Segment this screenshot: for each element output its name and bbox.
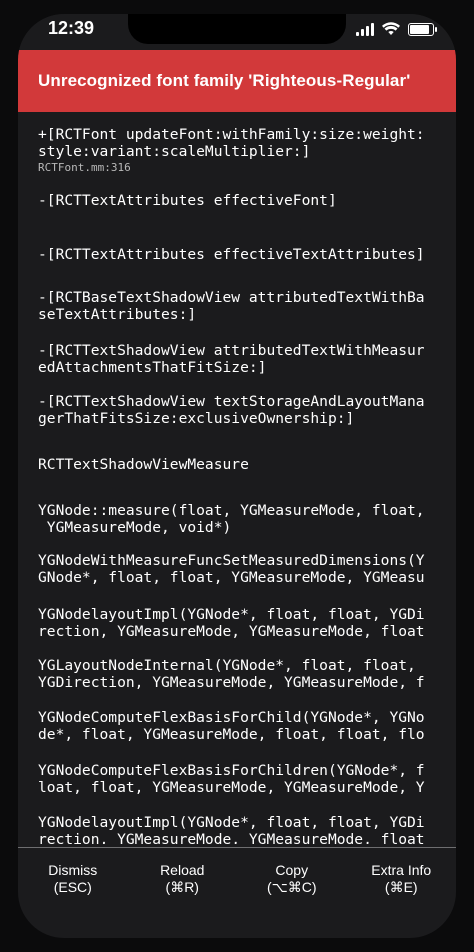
stack-frame-line: YGNodelayoutImpl(YGNode*, float, float, … bbox=[38, 814, 425, 831]
stack-frame-line: rection, YGMeasureMode, YGMeasureMode, f… bbox=[38, 623, 425, 640]
stack-frame[interactable]: YGNodeWithMeasureFuncSetMeasuredDimensio… bbox=[38, 552, 425, 586]
stack-frame-line: -[RCTTextShadowView attributedTextWithMe… bbox=[38, 342, 425, 359]
status-bar: 12:39 bbox=[18, 14, 456, 50]
stack-frame[interactable]: +[RCTFont updateFont:withFamily:size:wei… bbox=[38, 126, 425, 175]
device-notch bbox=[128, 14, 346, 44]
stack-frame[interactable]: YGNodeComputeFlexBasisForChildren(YGNode… bbox=[38, 762, 425, 796]
stack-frame[interactable]: -[RCTTextShadowView textStorageAndLayout… bbox=[38, 393, 425, 427]
dismiss-shortcut: (ESC) bbox=[53, 879, 92, 895]
stack-frame-line: -[RCTTextAttributes effectiveTextAttribu… bbox=[38, 246, 425, 263]
battery-icon bbox=[408, 22, 437, 36]
cellular-signal-icon bbox=[356, 22, 374, 36]
stack-frame-line: YGNodeWithMeasureFuncSetMeasuredDimensio… bbox=[38, 552, 425, 569]
stack-frame[interactable]: YGLayoutNodeInternal(YGNode*, float, flo… bbox=[38, 657, 425, 691]
dismiss-button[interactable]: Dismiss (ESC) bbox=[23, 848, 123, 938]
redbox-footer: Dismiss (ESC) Reload (⌘R) Copy (⌥⌘C) Ext… bbox=[18, 848, 456, 938]
copy-button[interactable]: Copy (⌥⌘C) bbox=[242, 848, 342, 938]
stack-frame-line: seTextAttributes:] bbox=[38, 306, 197, 323]
stack-frame-line: YGLayoutNodeInternal(YGNode*, float, flo… bbox=[38, 657, 416, 674]
extra-info-shortcut: (⌘E) bbox=[384, 879, 418, 895]
device-bezel: 12:39 Unrecognized font family 'Righteou… bbox=[0, 0, 474, 952]
stack-frame-line: YGNodeComputeFlexBasisForChildren(YGNode… bbox=[38, 762, 425, 779]
stack-frame[interactable]: -[RCTTextShadowView attributedTextWithMe… bbox=[38, 342, 425, 376]
stack-frame-line: YGNodeComputeFlexBasisForChild(YGNode*, … bbox=[38, 709, 425, 726]
stack-frame[interactable]: YGNode::measure(float, YGMeasureMode, fl… bbox=[38, 502, 425, 536]
stack-frame-line: GNode*, float, float, YGMeasureMode, YGM… bbox=[38, 569, 425, 586]
stack-frame[interactable]: -[RCTBaseTextShadowView attributedTextWi… bbox=[38, 289, 425, 323]
stack-frame-line: edAttachmentsThatFitSize:] bbox=[38, 359, 267, 376]
stack-frame-line: +[RCTFont updateFont:withFamily:size:wei… bbox=[38, 126, 425, 143]
error-header: Unrecognized font family 'Righteous-Regu… bbox=[18, 50, 456, 112]
extra-info-label: Extra Info bbox=[371, 862, 432, 878]
wifi-icon bbox=[382, 22, 400, 35]
stack-frame-line: loat, float, YGMeasureMode, YGMeasureMod… bbox=[38, 779, 425, 796]
reload-label: Reload bbox=[160, 862, 205, 878]
stack-frame-line: style:variant:scaleMultiplier:] bbox=[38, 143, 311, 160]
stack-frame[interactable]: RCTTextShadowViewMeasure bbox=[38, 456, 249, 473]
stack-frame-line: -[RCTBaseTextShadowView attributedTextWi… bbox=[38, 289, 425, 306]
status-time: 12:39 bbox=[48, 18, 95, 38]
stack-frame-line: YGMeasureMode, void*) bbox=[38, 519, 232, 536]
stack-frame-line: rection, YGMeasureMode, YGMeasureMode, f… bbox=[38, 831, 425, 844]
copy-shortcut: (⌥⌘C) bbox=[266, 879, 317, 895]
stack-frame[interactable]: -[RCTTextAttributes effectiveTextAttribu… bbox=[38, 246, 425, 263]
stack-frame-line: gerThatFitsSize:exclusiveOwnership:] bbox=[38, 410, 355, 427]
error-title: Unrecognized font family 'Righteous-Regu… bbox=[38, 71, 411, 90]
phone-screen: 12:39 Unrecognized font family 'Righteou… bbox=[18, 14, 456, 938]
stack-frame-line: YGDirection, YGMeasureMode, YGMeasureMod… bbox=[38, 674, 425, 691]
stack-frame-line: YGNode::measure(float, YGMeasureMode, fl… bbox=[38, 502, 425, 519]
stack-frame-line: RCTTextShadowViewMeasure bbox=[38, 456, 249, 473]
dismiss-label: Dismiss bbox=[48, 862, 98, 878]
copy-label: Copy bbox=[275, 862, 309, 878]
stack-frame[interactable]: YGNodeComputeFlexBasisForChild(YGNode*, … bbox=[38, 709, 425, 743]
stack-frame-file: RCTFont.mm:316 bbox=[38, 161, 131, 174]
extra-info-button[interactable]: Extra Info (⌘E) bbox=[351, 848, 451, 938]
stack-frame-line: de*, float, YGMeasureMode, float, float,… bbox=[38, 726, 425, 743]
stack-frame[interactable]: YGNodelayoutImpl(YGNode*, float, float, … bbox=[38, 606, 425, 640]
status-icons bbox=[356, 22, 437, 36]
stack-frame[interactable]: -[RCTTextAttributes effectiveFont] bbox=[38, 192, 337, 209]
stack-frame-line: -[RCTTextShadowView textStorageAndLayout… bbox=[38, 393, 425, 410]
stack-trace[interactable]: +[RCTFont updateFont:withFamily:size:wei… bbox=[38, 112, 448, 844]
reload-button[interactable]: Reload (⌘R) bbox=[132, 848, 232, 938]
stack-frame-line: -[RCTTextAttributes effectiveFont] bbox=[38, 192, 337, 209]
stack-frame-line: YGNodelayoutImpl(YGNode*, float, float, … bbox=[38, 606, 425, 623]
reload-shortcut: (⌘R) bbox=[165, 879, 199, 895]
stack-frame[interactable]: YGNodelayoutImpl(YGNode*, float, float, … bbox=[38, 814, 425, 844]
